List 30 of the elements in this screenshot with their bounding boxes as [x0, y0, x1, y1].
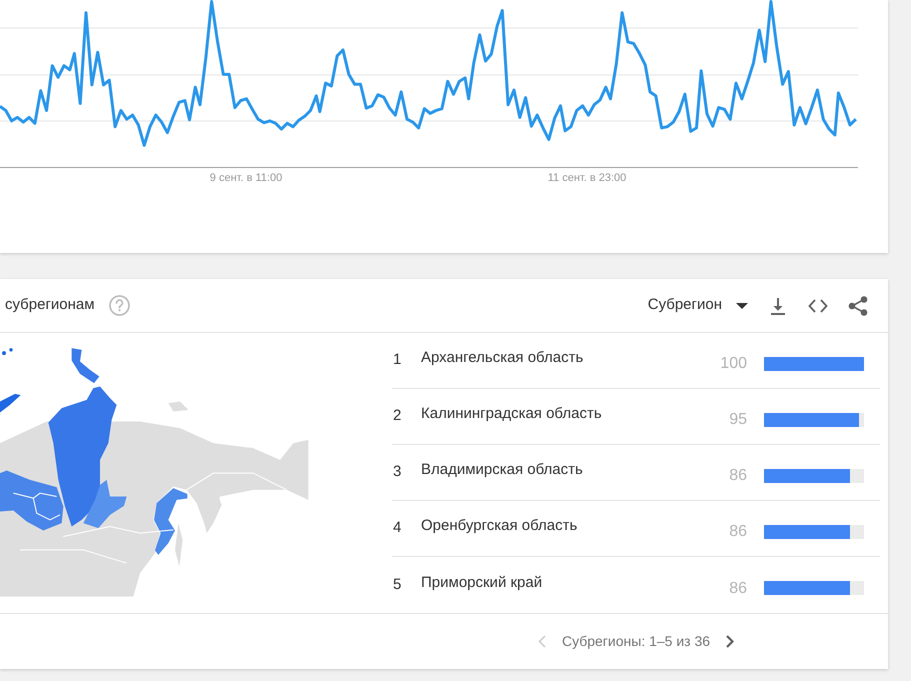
score-value: 86 — [729, 466, 747, 486]
rank-number: 2 — [392, 406, 402, 426]
caret-icon — [736, 302, 748, 308]
rank-number: 4 — [392, 518, 402, 538]
axis-label: 11 сент. в 23:00 — [548, 172, 626, 184]
next-page-button[interactable] — [726, 634, 734, 648]
region-dropdown[interactable]: Субрегион — [648, 294, 748, 317]
region-name[interactable]: Архангельская область — [421, 347, 584, 370]
score-value: 86 — [729, 522, 747, 542]
axis-label: 9 сент. в 11:00 — [210, 172, 282, 184]
rank-number: 5 — [392, 574, 402, 595]
chevron-right-icon — [726, 634, 734, 648]
rank-number: 1 — [392, 350, 402, 370]
score-value: 95 — [729, 410, 747, 430]
region-name[interactable]: Оренбургская область — [421, 515, 578, 538]
region-name[interactable]: Владимирская область — [421, 459, 583, 482]
share-icon — [848, 296, 868, 316]
pagination-text: Субрегионы: 1–5 из 36 — [562, 632, 710, 651]
panel-title: субрегионам — [5, 295, 95, 316]
download-icon — [770, 296, 786, 314]
code-icon — [808, 298, 828, 314]
share-button[interactable] — [848, 296, 868, 316]
embed-button[interactable] — [808, 298, 828, 314]
rank-number: 3 — [392, 462, 402, 482]
score-value: 100 — [720, 354, 747, 374]
region-name[interactable]: Калининградская область — [421, 403, 602, 426]
region-name[interactable]: Приморский край — [421, 572, 542, 594]
download-button[interactable] — [770, 296, 786, 314]
chevron-left-icon — [538, 634, 546, 648]
score-value: 86 — [729, 578, 747, 598]
